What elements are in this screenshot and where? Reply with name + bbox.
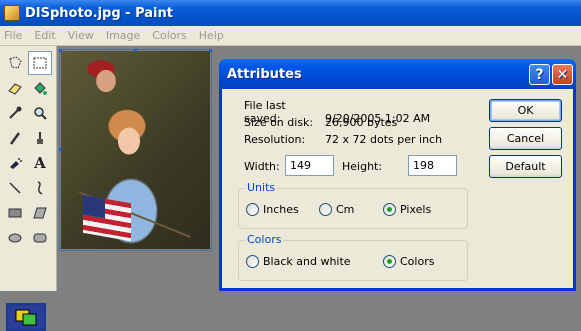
polygon-icon[interactable] — [28, 201, 52, 225]
radio-inches[interactable]: Inches — [246, 203, 299, 216]
rounded-rect-icon[interactable] — [28, 226, 52, 250]
radio-black-and-white[interactable]: Black and white — [246, 255, 351, 268]
units-group-title: Units — [245, 181, 278, 194]
radio-icon — [246, 255, 259, 268]
info-resolution: Resolution: 72 x 72 dots per inch — [244, 133, 442, 146]
radio-icon — [319, 203, 332, 216]
radio-icon — [246, 203, 259, 216]
radio-pixels[interactable]: Pixels — [383, 203, 431, 216]
radio-label: Cm — [336, 203, 355, 216]
color-picker-icon[interactable] — [3, 101, 27, 125]
default-button[interactable]: Default — [489, 155, 562, 178]
info-value: 72 x 72 dots per inch — [325, 133, 443, 146]
width-input[interactable]: 149 — [285, 155, 334, 176]
menu-view[interactable]: View — [62, 29, 100, 42]
info-label: Size on disk: — [244, 116, 314, 129]
radio-label: Inches — [263, 203, 299, 216]
line-icon[interactable] — [3, 176, 27, 200]
radio-cm[interactable]: Cm — [319, 203, 354, 216]
toolbox: A — [0, 46, 57, 331]
info-label: Resolution: — [244, 133, 306, 146]
menu-file[interactable]: File — [0, 29, 28, 42]
brush-icon[interactable] — [28, 126, 52, 150]
canvas-photo[interactable] — [61, 51, 210, 249]
free-form-select-icon[interactable] — [3, 51, 27, 75]
height-input[interactable]: 198 — [408, 155, 457, 176]
attributes-dialog: Attributes ? ✕ File last saved: 9/20/2005… — [219, 59, 576, 291]
magnifier-icon[interactable] — [28, 101, 52, 125]
info-value: 26,900 bytes — [325, 116, 398, 129]
colors-group-title: Colors — [245, 233, 284, 246]
menu-colors[interactable]: Colors — [146, 29, 192, 42]
radio-colors[interactable]: Colors — [383, 255, 434, 268]
width-label: Width: — [244, 160, 280, 173]
us-flag — [83, 194, 131, 242]
menu-edit[interactable]: Edit — [28, 29, 61, 42]
dialog-title: Attributes — [227, 66, 302, 82]
menu-help[interactable]: Help — [193, 29, 230, 42]
height-label: Height: — [342, 160, 383, 173]
radio-selected-icon — [383, 255, 396, 268]
menu-bar: File Edit View Image Colors Help — [0, 26, 581, 46]
radio-label: Pixels — [400, 203, 432, 216]
ellipse-icon[interactable] — [3, 226, 27, 250]
rectangle-icon[interactable] — [3, 201, 27, 225]
cancel-button[interactable]: Cancel — [489, 127, 562, 150]
resize-handle[interactable] — [209, 49, 212, 52]
radio-selected-icon — [383, 203, 396, 216]
eraser-icon[interactable] — [3, 76, 27, 100]
menu-image[interactable]: Image — [100, 29, 146, 42]
resize-handle[interactable] — [134, 49, 137, 52]
color-selector-icon[interactable] — [6, 303, 46, 331]
window-title: DISphoto.jpg - Paint — [25, 5, 173, 21]
pencil-icon[interactable] — [3, 126, 27, 150]
colors-group: Colors Black and white Colors — [238, 233, 468, 281]
close-icon: ✕ — [556, 66, 569, 83]
text-icon[interactable]: A — [28, 151, 52, 175]
radio-label: Black and white — [263, 255, 351, 268]
rect-select-icon[interactable] — [28, 51, 52, 75]
resize-handle[interactable] — [59, 49, 62, 52]
info-size-on-disk: Size on disk: 26,900 bytes — [244, 116, 397, 129]
dialog-titlebar[interactable]: Attributes ? ✕ — [219, 59, 576, 89]
paint-app-icon — [4, 5, 20, 21]
help-button[interactable]: ? — [529, 64, 550, 85]
curve-icon[interactable] — [28, 176, 52, 200]
app-titlebar[interactable]: DISphoto.jpg - Paint — [0, 0, 581, 26]
radio-label: Colors — [400, 255, 435, 268]
units-group: Units Inches Cm Pixels — [238, 181, 468, 229]
airbrush-icon[interactable] — [3, 151, 27, 175]
close-button[interactable]: ✕ — [552, 64, 573, 85]
fill-icon[interactable] — [28, 76, 52, 100]
help-icon: ? — [535, 66, 544, 83]
resize-handle[interactable] — [59, 148, 62, 151]
ok-button[interactable]: OK — [489, 99, 562, 122]
